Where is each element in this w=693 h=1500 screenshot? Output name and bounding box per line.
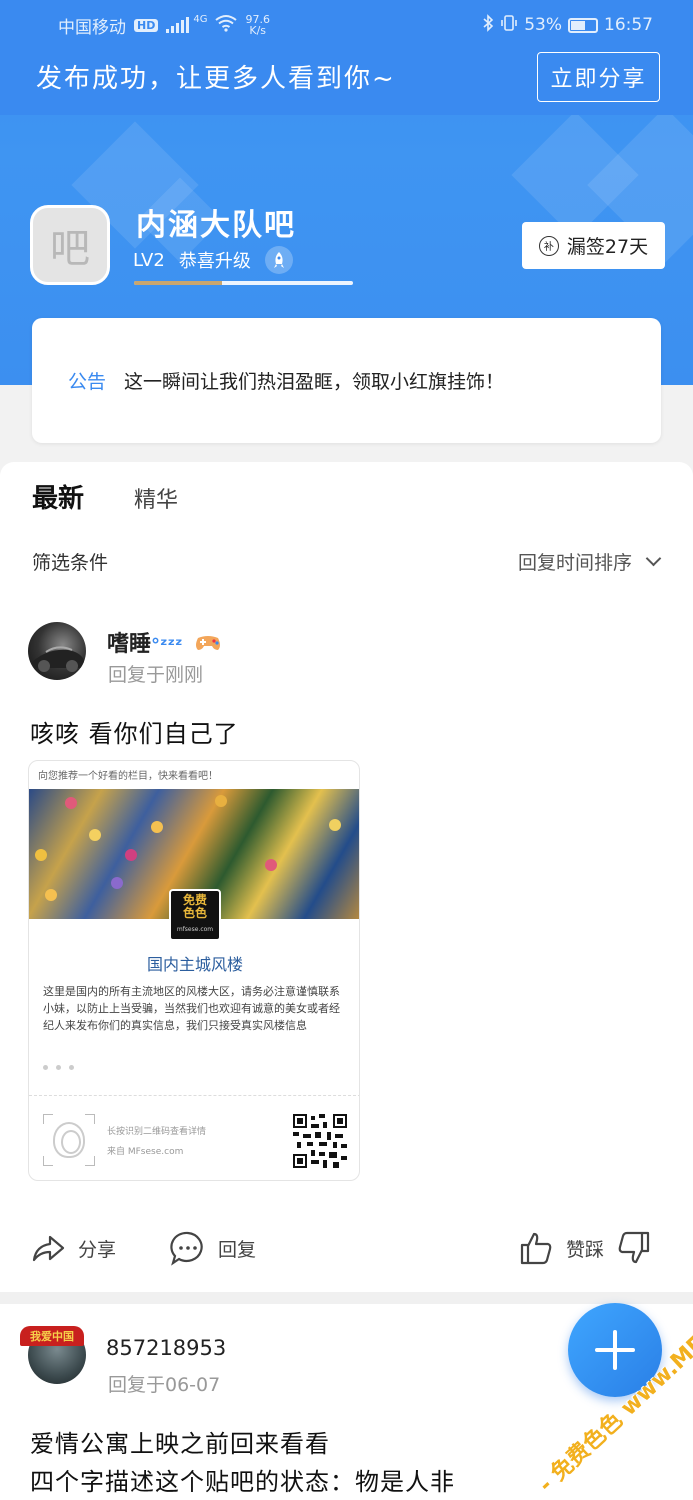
post-divider [0, 1292, 693, 1304]
makeup-sign-icon: 补 [538, 235, 559, 256]
battery-icon [568, 17, 598, 33]
signal-icon [166, 17, 190, 33]
card-footer: 长按识别二维码查看详情 来自 MFsese.com [29, 1095, 359, 1180]
like-dislike-action[interactable]: 赞踩 [518, 1230, 652, 1266]
level-up-text: 恭喜升级 [178, 251, 251, 272]
net-type: 4G [193, 13, 208, 25]
tab-latest[interactable]: 最新 [32, 478, 84, 515]
wifi-icon [215, 14, 238, 37]
post-content[interactable]: 咳咳 看你们自己了 [30, 714, 239, 749]
post-username[interactable]: 嗜睡°ᶻᶻᶻ [107, 626, 222, 658]
card-title: 国内主城风楼 [146, 955, 243, 974]
post-content[interactable]: 爱情公寓上映之前回来看看 [30, 1424, 330, 1459]
card-description: 这里是国内的所有主流地区的风楼大区，请务必注意谨慎联系小妹，以防止上当受骗，当然… [43, 985, 340, 1032]
announcement-tag: 公告 [68, 371, 107, 393]
battery-percent: 53% [524, 15, 562, 35]
hd-badge: HD [134, 18, 159, 32]
tab-featured[interactable]: 精华 [134, 482, 178, 514]
post-actions: 分享 回复 赞踩 [0, 1230, 693, 1280]
scan-hint: 长按识别二维码查看详情 来自 MFsese.com [107, 1127, 207, 1157]
share-icon [32, 1235, 65, 1262]
announcement-text: 这一瞬间让我们热泪盈眶，领取小红旗挂饰！ [124, 371, 505, 393]
avatar-badge: 我爱中国 [20, 1326, 84, 1346]
sort-dropdown[interactable]: 回复时间排序 [517, 548, 662, 575]
qr-code-icon [293, 1114, 347, 1168]
vibrate-icon [500, 14, 518, 37]
bar-name[interactable]: 内涵大队吧 [136, 200, 296, 244]
net-speed: 97.6 K/s [245, 13, 270, 37]
post-username[interactable]: 857218953 [106, 1336, 226, 1360]
bar-level: LV2 恭喜升级 [133, 246, 293, 274]
level-progress-fill [134, 281, 222, 285]
rocket-icon[interactable] [264, 246, 293, 274]
feed-tabs: 最新 精华 [32, 478, 178, 515]
chevron-down-icon [645, 550, 662, 567]
bluetooth-icon [482, 13, 494, 37]
game-controller-icon [194, 632, 222, 658]
sort-label: 回复时间排序 [517, 552, 632, 574]
filter-button[interactable]: 筛选条件 [32, 548, 108, 575]
share-action[interactable]: 分享 [30, 1230, 116, 1266]
brand-logo: 免费 色色 mfsese.com [169, 889, 221, 941]
sign-in-label: 漏签27天 [566, 236, 649, 258]
post-avatar[interactable] [28, 622, 86, 680]
thumbs-down-icon[interactable] [616, 1230, 652, 1266]
bar-avatar[interactable]: 吧 [30, 205, 110, 285]
post-content-line2[interactable]: 四个字描述这个贴吧的状态：物是人非 [30, 1462, 455, 1497]
clock: 16:57 [604, 15, 653, 35]
post-time: 回复于刚刚 [108, 664, 204, 686]
ellipsis-dots [43, 1065, 74, 1070]
sign-in-button[interactable]: 补 漏签27天 [522, 222, 665, 269]
fingerprint-icon [43, 1114, 95, 1166]
reply-action[interactable]: 回复 [170, 1230, 256, 1266]
comment-icon [170, 1231, 203, 1266]
level-progress-bar [134, 281, 353, 285]
thread-feed: 最新 精华 筛选条件 回复时间排序 嗜睡°ᶻᶻᶻ 回复于刚刚 咳咳 看你们自己了… [0, 462, 693, 1292]
announcement-card[interactable]: 公告 这一瞬间让我们热泪盈眶，领取小红旗挂饰！ [32, 318, 661, 443]
card-header: 向您推荐一个好看的栏目，快来看看吧！ [38, 771, 218, 782]
thumbs-up-icon[interactable] [518, 1230, 554, 1266]
share-now-button[interactable]: 立即分享 [537, 52, 660, 102]
recommend-card[interactable]: 向您推荐一个好看的栏目，快来看看吧！ 免费 色色 mfsese.com 国内主城… [28, 760, 360, 1181]
level-label: LV2 [133, 249, 165, 271]
status-bar: 中国移动 HD 4G 97.6 K/s 53% 16:57 [0, 0, 693, 50]
carrier: 中国移动 [58, 17, 126, 38]
publish-message: 发布成功，让更多人看到你~ [36, 64, 396, 94]
post-time: 回复于06-07 [108, 1374, 221, 1396]
